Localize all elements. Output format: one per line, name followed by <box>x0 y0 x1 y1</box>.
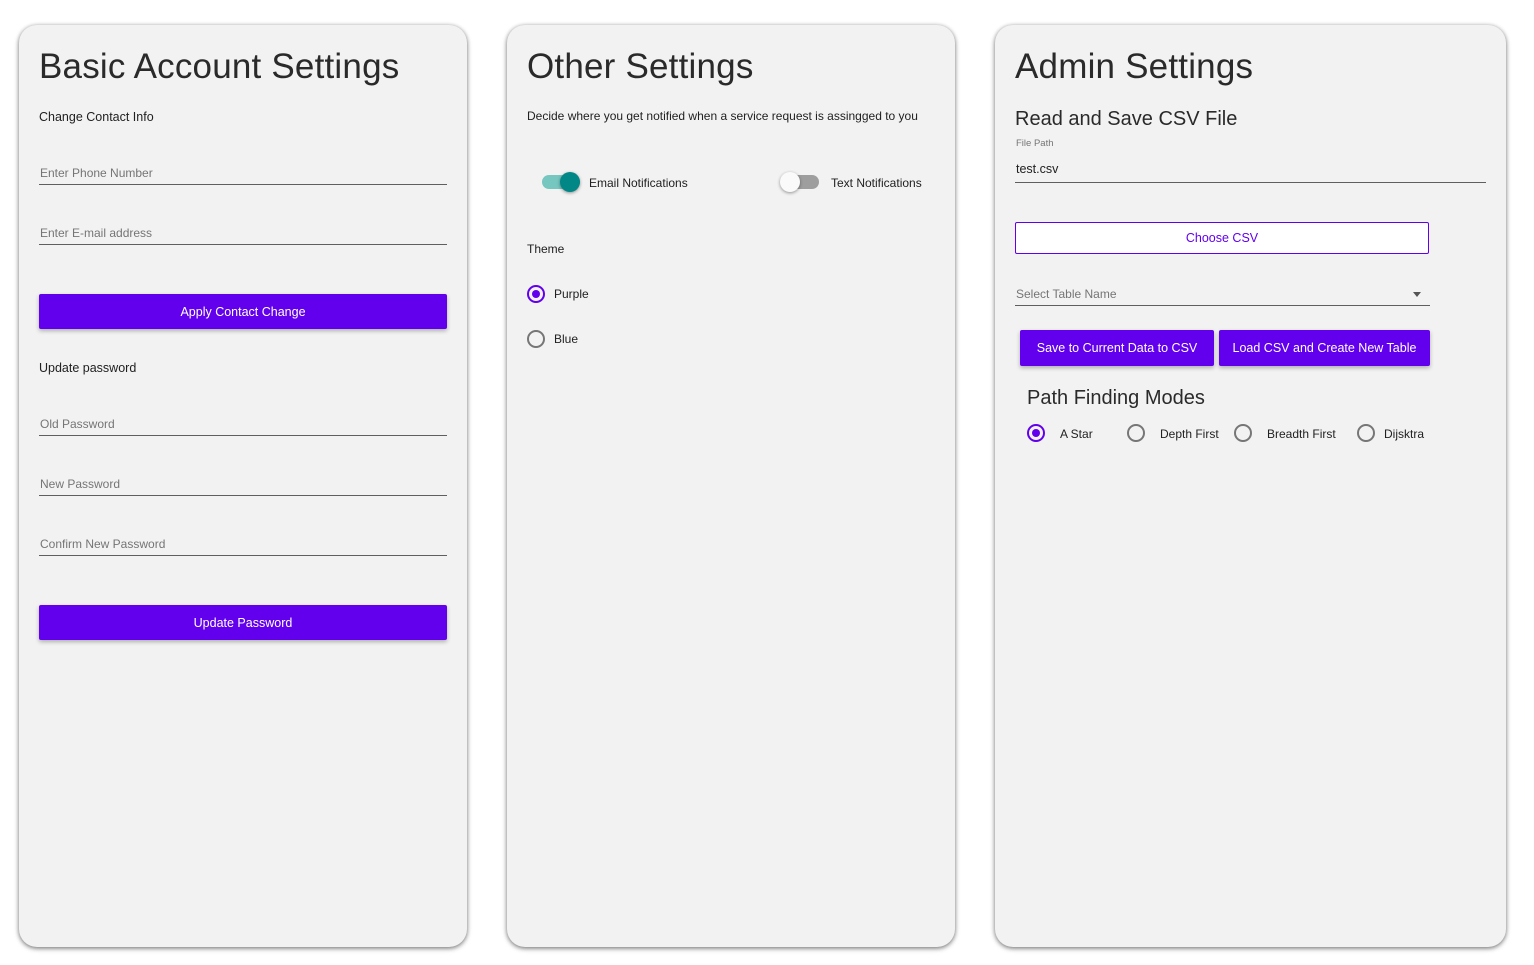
admin-settings-card: Admin Settings Read and Save CSV File Fi… <box>995 25 1506 947</box>
admin-settings-title: Admin Settings <box>1015 47 1254 86</box>
apply-contact-change-button[interactable]: Apply Contact Change <box>39 294 447 329</box>
basic-account-settings-card: Basic Account Settings Change Contact In… <box>19 25 467 947</box>
table-name-placeholder: Select Table Name <box>1016 287 1117 301</box>
theme-blue-label: Blue <box>554 332 579 346</box>
path-finding-heading: Path Finding Modes <box>1027 387 1205 409</box>
old-password-placeholder: Old Password <box>40 417 115 431</box>
toggle-thumb <box>560 172 580 192</box>
notification-description: Decide where you get notified when a ser… <box>527 109 918 123</box>
change-contact-info-label: Change Contact Info <box>39 110 154 124</box>
csv-section-heading: Read and Save CSV File <box>1015 108 1238 130</box>
file-path-label: File Path <box>1016 138 1054 149</box>
dijkstra-radio[interactable] <box>1357 424 1375 442</box>
new-password-placeholder: New Password <box>40 477 121 491</box>
text-notifications-toggle[interactable] <box>780 170 822 194</box>
email-address-placeholder: Enter E-mail address <box>40 226 153 240</box>
depth-first-radio[interactable] <box>1127 424 1145 442</box>
dijkstra-label: Dijsktra <box>1384 427 1425 441</box>
other-settings-title: Other Settings <box>527 47 754 86</box>
file-path-value: test.csv <box>1016 162 1059 176</box>
a-star-label: A Star <box>1060 427 1093 441</box>
confirm-password-field[interactable]: Confirm New Password <box>39 534 447 556</box>
save-to-csv-button[interactable]: Save to Current Data to CSV <box>1020 330 1214 366</box>
file-path-input[interactable]: test.csv <box>1015 159 1486 183</box>
other-settings-card: Other Settings Decide where you get noti… <box>507 25 955 947</box>
new-password-field[interactable]: New Password <box>39 474 447 496</box>
breadth-first-radio[interactable] <box>1234 424 1252 442</box>
theme-label: Theme <box>527 242 565 256</box>
dropdown-arrow-icon <box>1413 292 1421 297</box>
email-notifications-label: Email Notifications <box>589 176 688 190</box>
old-password-field[interactable]: Old Password <box>39 414 447 436</box>
text-notifications-label: Text Notifications <box>831 176 922 190</box>
basic-settings-title: Basic Account Settings <box>39 47 400 86</box>
phone-number-placeholder: Enter Phone Number <box>40 166 153 180</box>
theme-blue-radio[interactable] <box>527 330 545 348</box>
update-password-button[interactable]: Update Password <box>39 605 447 640</box>
breadth-first-label: Breadth First <box>1267 427 1336 441</box>
confirm-password-placeholder: Confirm New Password <box>40 537 166 551</box>
toggle-thumb <box>780 172 800 192</box>
email-address-field[interactable]: Enter E-mail address <box>39 223 447 245</box>
theme-purple-radio[interactable] <box>527 285 545 303</box>
phone-number-field[interactable]: Enter Phone Number <box>39 163 447 185</box>
email-notifications-toggle[interactable] <box>541 170 583 194</box>
depth-first-label: Depth First <box>1160 427 1219 441</box>
table-name-select[interactable]: Select Table Name <box>1015 284 1430 306</box>
update-password-label: Update password <box>39 361 137 375</box>
choose-csv-button[interactable]: Choose CSV <box>1015 222 1429 254</box>
a-star-radio[interactable] <box>1027 424 1045 442</box>
theme-purple-label: Purple <box>554 287 589 301</box>
load-csv-button[interactable]: Load CSV and Create New Table <box>1219 330 1430 366</box>
